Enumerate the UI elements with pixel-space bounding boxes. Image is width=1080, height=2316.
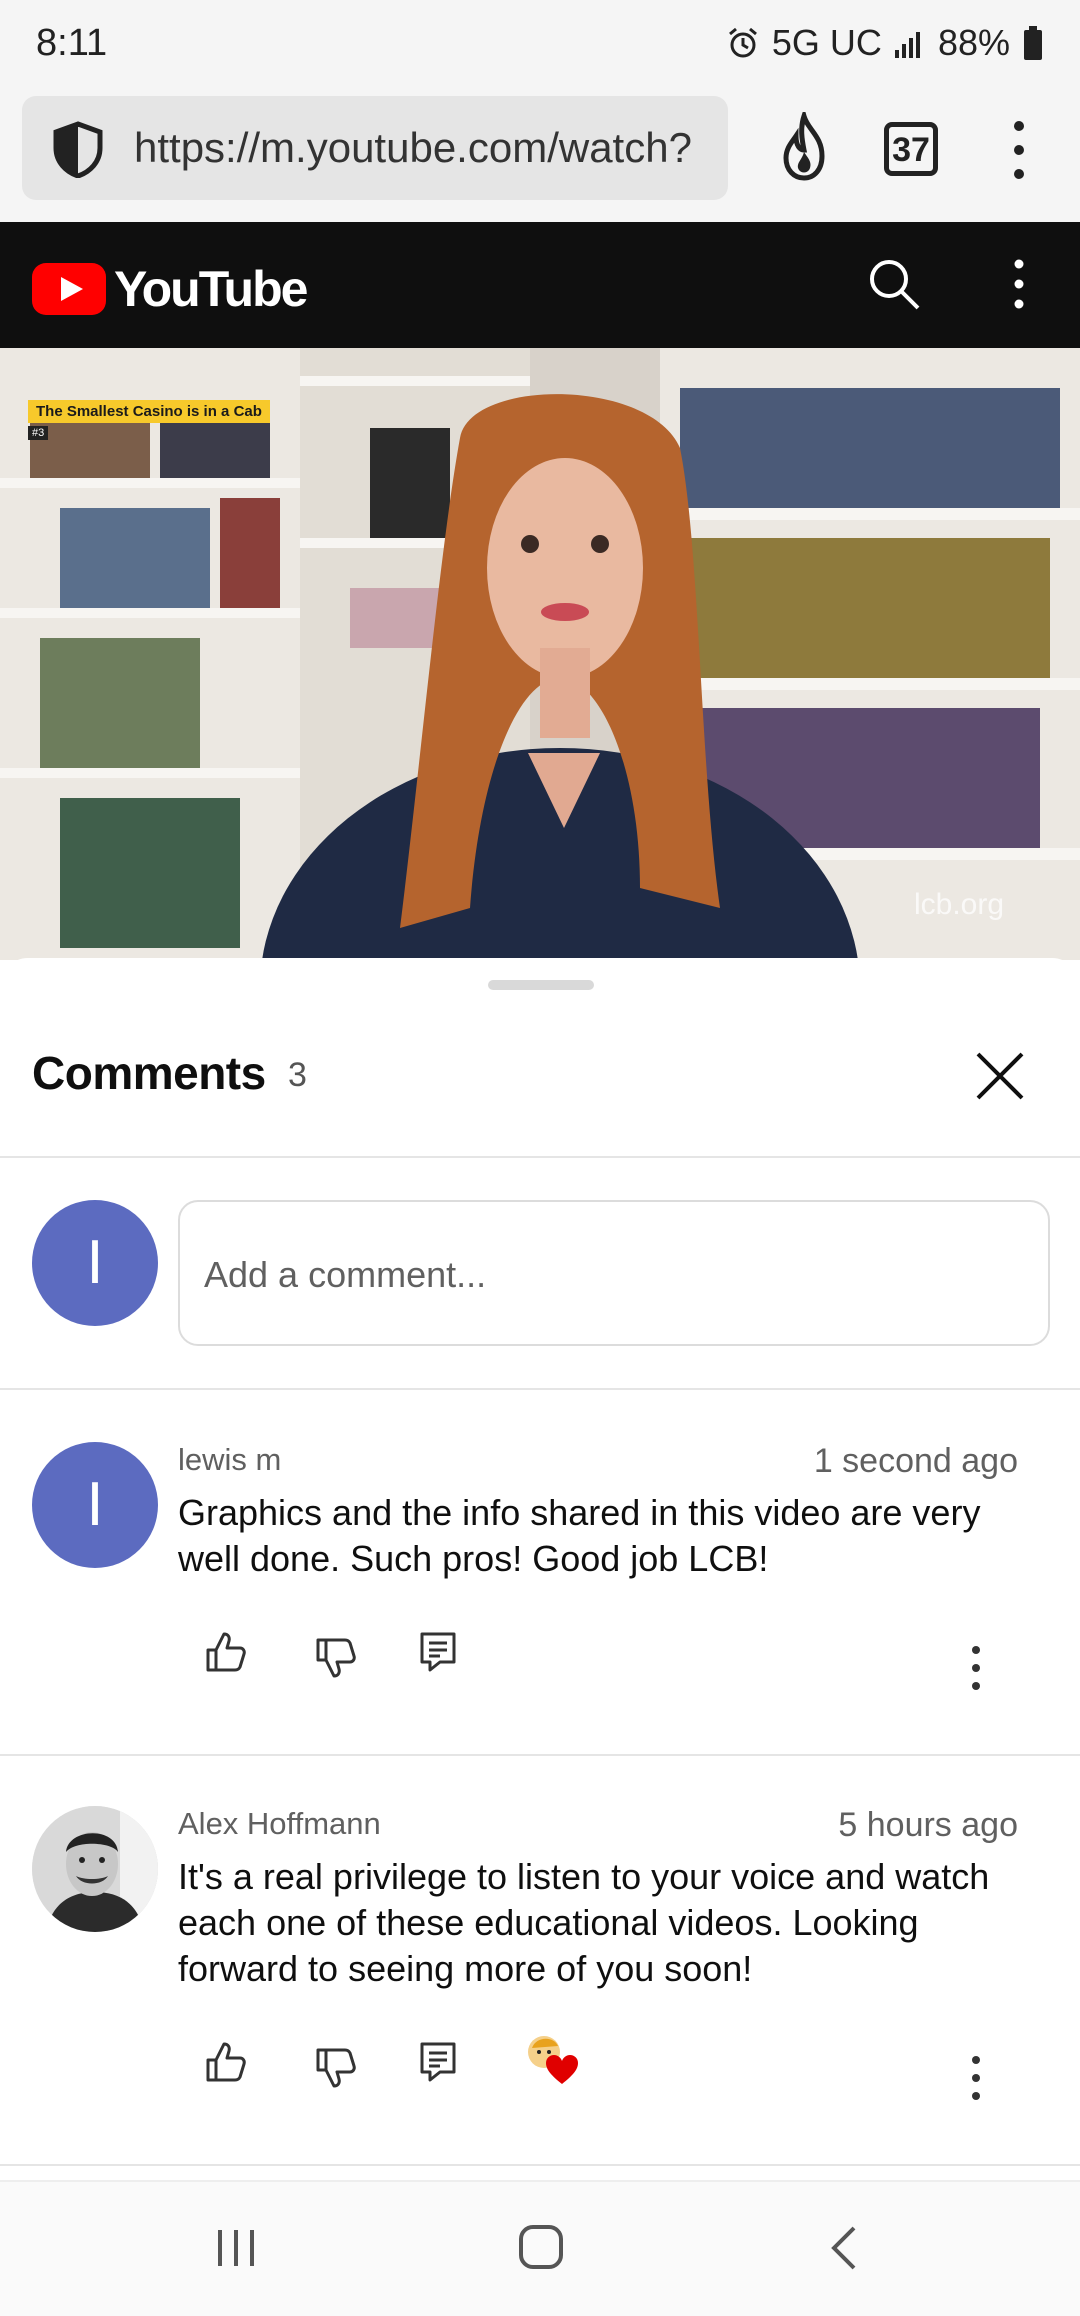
- system-nav-bar: [0, 2180, 1080, 2316]
- youtube-logo[interactable]: YouTube: [32, 260, 308, 318]
- tabs-count-button[interactable]: 37: [884, 122, 938, 176]
- browser-toolbar: https://m.youtube.com/watch? 37: [0, 92, 1080, 222]
- back-icon[interactable]: [826, 2224, 860, 2272]
- comment-more-icon[interactable]: [966, 2054, 986, 2102]
- comment-author[interactable]: lewis m: [178, 1442, 281, 1478]
- video-frame: [0, 348, 1080, 960]
- comments-sheet: Comments 3 I Add a comment... I lewis m …: [0, 958, 1080, 2316]
- search-icon[interactable]: [866, 256, 922, 312]
- comment-text: Graphics and the info shared in this vid…: [178, 1492, 981, 1579]
- like-icon[interactable]: [202, 1628, 250, 1676]
- reply-icon[interactable]: [414, 1628, 462, 1676]
- status-indicators: 5G UC 88%: [726, 22, 1044, 64]
- youtube-wordmark: YouTube: [114, 261, 308, 317]
- status-time: 8:11: [36, 22, 108, 64]
- drag-handle[interactable]: [488, 980, 594, 990]
- divider: [0, 1754, 1080, 1756]
- like-icon[interactable]: [202, 2038, 250, 2086]
- recent-apps-icon[interactable]: [214, 2226, 258, 2270]
- address-bar[interactable]: https://m.youtube.com/watch?: [22, 96, 728, 200]
- comment-avatar[interactable]: I: [32, 1442, 158, 1568]
- dislike-icon[interactable]: [312, 2044, 360, 2092]
- comment-author[interactable]: Alex Hoffmann: [178, 1806, 381, 1842]
- divider: [0, 1156, 1080, 1158]
- reply-icon[interactable]: [414, 2038, 462, 2086]
- video-overlay-label: The Smallest Casino is in a Cab: [28, 400, 270, 423]
- alarm-icon: [728, 27, 757, 58]
- url-text[interactable]: https://m.youtube.com/watch?: [134, 124, 714, 172]
- comment-avatar[interactable]: [32, 1806, 158, 1932]
- current-user-avatar: I: [32, 1200, 158, 1326]
- comment-time: 1 second ago: [813, 1442, 1018, 1480]
- add-comment-input[interactable]: Add a comment...: [178, 1200, 1050, 1346]
- video-player[interactable]: The Smallest Casino is in a Cab #3 lcb.o…: [0, 348, 1080, 960]
- youtube-play-icon: [32, 263, 106, 315]
- close-icon[interactable]: [970, 1046, 1030, 1106]
- comment-time: 5 hours ago: [838, 1806, 1018, 1844]
- comment-text: It's a real privilege to listen to your …: [178, 1856, 990, 1989]
- status-bar: 8:11 5G UC 88%: [0, 0, 1080, 92]
- fire-icon[interactable]: [772, 112, 836, 182]
- youtube-header: YouTube: [0, 222, 1080, 348]
- creator-heart-icon: [528, 2036, 578, 2084]
- youtube-menu-icon[interactable]: [1004, 256, 1034, 312]
- divider: [0, 1388, 1080, 1390]
- network-type: 5G UC: [771, 22, 882, 63]
- shield-icon[interactable]: [50, 120, 106, 178]
- comments-title: Comments: [32, 1047, 266, 1099]
- dislike-icon[interactable]: [312, 1634, 360, 1682]
- divider: [0, 2164, 1080, 2166]
- add-comment-placeholder[interactable]: Add a comment...: [204, 1254, 486, 1296]
- browser-menu-icon[interactable]: [1004, 118, 1034, 182]
- comment-more-icon[interactable]: [966, 1644, 986, 1692]
- signal-icon: [894, 32, 920, 58]
- home-icon[interactable]: [516, 2222, 566, 2272]
- comments-count: 3: [288, 1056, 307, 1094]
- avatar-photo: [32, 1806, 158, 1932]
- battery-icon: [1024, 26, 1042, 60]
- video-watermark: lcb.org: [914, 888, 1005, 921]
- battery-percent: 88%: [937, 22, 1010, 63]
- video-overlay-badge: #3: [28, 426, 49, 440]
